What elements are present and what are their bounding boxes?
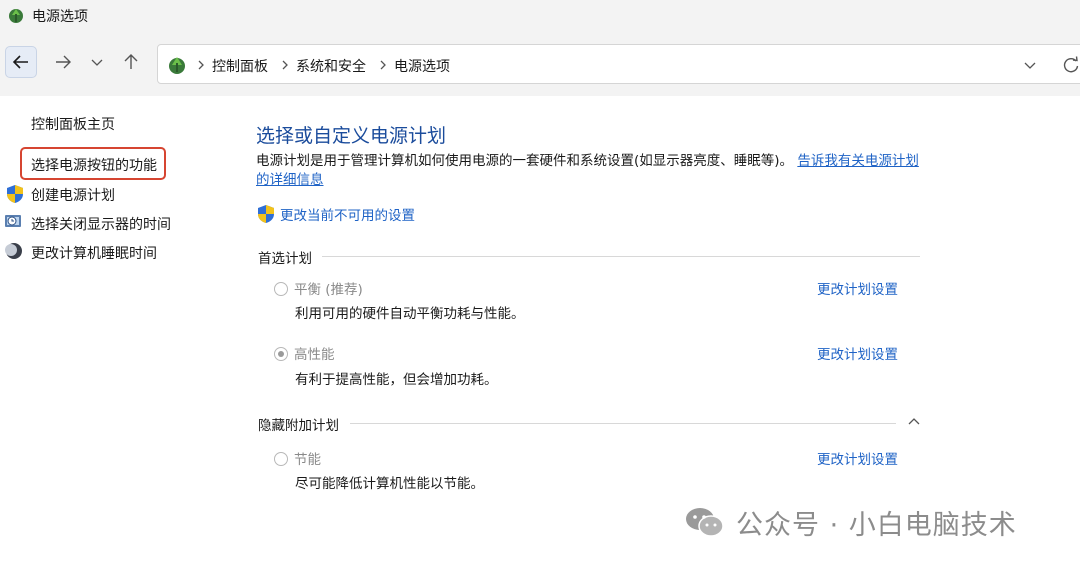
breadcrumb-power-options[interactable]: 电源选项 (394, 56, 450, 76)
monitor-clock-icon (5, 215, 21, 227)
page-title: 选择或自定义电源计划 (256, 125, 447, 147)
plan-power-saver-description: 尽可能降低计算机性能以节能。 (295, 476, 484, 492)
chevron-down-icon (91, 59, 103, 66)
sidebar-item-power-button[interactable]: 选择电源按钮的功能 (31, 155, 157, 175)
plan-power-saver-name: 节能 (294, 452, 321, 468)
plan-high-performance-settings-link[interactable]: 更改计划设置 (817, 343, 898, 363)
plan-high-performance-name: 高性能 (294, 347, 335, 363)
sidebar-item-sleep-time[interactable]: 更改计算机睡眠时间 (31, 243, 157, 263)
back-button[interactable] (5, 46, 37, 78)
watermark: 公众号 · 小白电脑技术 (684, 502, 1017, 542)
preferred-plans-heading: 首选计划 (258, 251, 312, 267)
change-unavailable-settings-link[interactable]: 更改当前不可用的设置 (280, 204, 415, 224)
arrow-right-icon (56, 55, 71, 69)
plan-balanced-radio[interactable] (274, 282, 288, 296)
page-description: 电源计划是用于管理计算机如何使用电源的一套硬件和系统设置(如显示器亮度、睡眠等)… (256, 152, 926, 190)
breadcrumb-separator-icon (380, 60, 386, 70)
section-divider (322, 256, 920, 257)
refresh-icon[interactable] (1061, 55, 1080, 75)
chevron-up-icon[interactable] (906, 415, 922, 427)
navigation-bar: 控制面板 系统和安全 电源选项 (0, 30, 1080, 96)
sidebar-item-create-plan[interactable]: 创建电源计划 (31, 185, 115, 205)
control-panel-home-link[interactable]: 控制面板主页 (31, 114, 115, 134)
section-divider (350, 423, 896, 424)
title-bar: 电源选项 (0, 0, 1080, 30)
arrow-left-icon (12, 55, 28, 69)
chevron-down-icon[interactable] (1022, 57, 1038, 73)
plan-balanced-settings-link[interactable]: 更改计划设置 (817, 278, 898, 298)
address-bar[interactable]: 控制面板 系统和安全 电源选项 (157, 44, 1080, 84)
recent-locations-button[interactable] (86, 46, 108, 78)
window-title: 电源选项 (32, 9, 88, 25)
plan-balanced-description: 利用可用的硬件自动平衡功耗与性能。 (295, 306, 525, 322)
sleep-moon-icon (5, 243, 22, 259)
breadcrumb-control-panel[interactable]: 控制面板 (212, 56, 268, 76)
breadcrumb-separator-icon (282, 60, 288, 70)
plan-power-saver-settings-link[interactable]: 更改计划设置 (817, 448, 898, 468)
plan-high-performance-description: 有利于提高性能，但会增加功耗。 (295, 372, 498, 388)
hidden-plans-heading[interactable]: 隐藏附加计划 (258, 414, 339, 434)
arrow-up-icon (124, 54, 138, 69)
uac-shield-icon (258, 205, 274, 223)
sidebar-item-display-off[interactable]: 选择关闭显示器的时间 (31, 214, 171, 234)
plan-balanced-name: 平衡 (推荐) (294, 282, 363, 298)
plan-high-performance-radio[interactable] (274, 347, 288, 361)
breadcrumb-system-security[interactable]: 系统和安全 (296, 56, 366, 76)
uac-shield-icon (7, 185, 23, 203)
watermark-text: 公众号 · 小白电脑技术 (736, 509, 1017, 541)
wechat-icon (686, 508, 724, 537)
up-button[interactable] (118, 46, 144, 78)
plan-power-saver-radio[interactable] (274, 452, 288, 466)
control-panel-icon (169, 57, 185, 74)
breadcrumb-separator-icon (198, 60, 204, 70)
forward-button[interactable] (50, 46, 76, 78)
description-text: 电源计划是用于管理计算机如何使用电源的一套硬件和系统设置(如显示器亮度、睡眠等)… (256, 153, 794, 169)
power-options-icon (9, 9, 23, 23)
